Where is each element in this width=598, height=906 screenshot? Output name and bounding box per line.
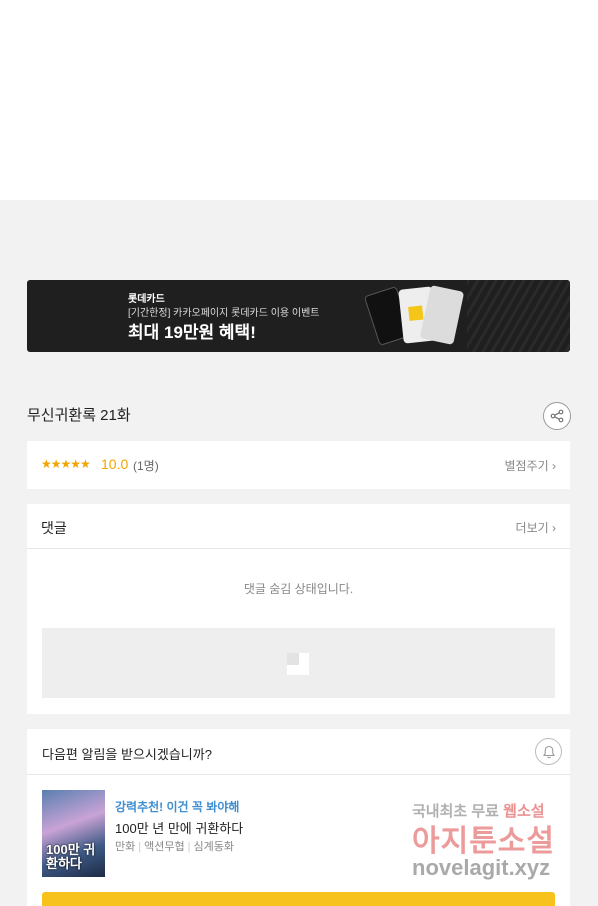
card-illustration <box>363 280 483 352</box>
banner-subtitle: [기간한정] 카카오페이지 롯데카드 이용 이벤트 <box>128 308 320 319</box>
recommended-cover-image[interactable]: 100만 귀환하다 <box>42 790 105 877</box>
rate-button[interactable]: 별점주기 › <box>505 457 557 474</box>
tag-type: 심계동화 <box>193 841 234 853</box>
cover-title-text: 100만 귀환하다 <box>46 842 96 871</box>
notice-header: 다음편 알림을 받으시겠습니까? <box>27 729 570 775</box>
watermark: 국내최초 무료 웹소설 아지툰소설 novelagit.xyz <box>412 800 582 890</box>
star-rating-icon: ★★★★★ <box>41 457 91 471</box>
rating-score: 10.0 <box>101 456 129 472</box>
blank-top-area <box>0 0 598 200</box>
comment-section: 댓글 더보기 › 댓글 숨김 상태입니다. <box>27 504 570 714</box>
watermark-line3: novelagit.xyz <box>412 855 551 880</box>
episode-title: 무신귀환록 21화 <box>27 407 131 424</box>
recommended-tags: 만화 | 액션무협 | 심계동화 <box>115 841 234 853</box>
ad-banner[interactable]: 롯데카드 [기간한정] 카카오페이지 롯데카드 이용 이벤트 최대 19만원 혜… <box>27 280 570 352</box>
notification-button[interactable] <box>535 738 562 765</box>
share-button[interactable] <box>543 402 571 430</box>
tag-genre: 액션무협 <box>144 841 185 853</box>
rating-section: ★★★★★ 10.0 (1명) 별점주기 › <box>27 441 570 489</box>
tag-category: 만화 <box>115 841 136 853</box>
ad-placeholder <box>42 628 555 698</box>
placeholder-icon <box>287 653 309 675</box>
notice-question: 다음편 알림을 받으시겠습니까? <box>42 747 212 762</box>
share-icon <box>550 409 564 423</box>
banner-decoration <box>467 280 570 352</box>
bell-icon <box>542 745 555 758</box>
subscribe-button[interactable] <box>42 892 555 906</box>
recommended-title[interactable]: 100만 년 만에 귀환하다 <box>115 818 243 837</box>
comment-title: 댓글 <box>41 520 67 536</box>
comment-hidden-message: 댓글 숨김 상태입니다. <box>243 582 354 596</box>
banner-headline: 최대 19만원 혜택! <box>128 323 256 342</box>
banner-brand: 롯데카드 <box>128 294 165 305</box>
promo-label: 강력추천! 이건 꼭 봐야해 <box>115 800 240 814</box>
rating-count: (1명) <box>133 459 159 473</box>
comment-header: 댓글 더보기 › <box>27 504 570 549</box>
comment-more-link[interactable]: 더보기 › <box>516 519 556 536</box>
watermark-line2: 아지툰소설 <box>412 825 555 858</box>
